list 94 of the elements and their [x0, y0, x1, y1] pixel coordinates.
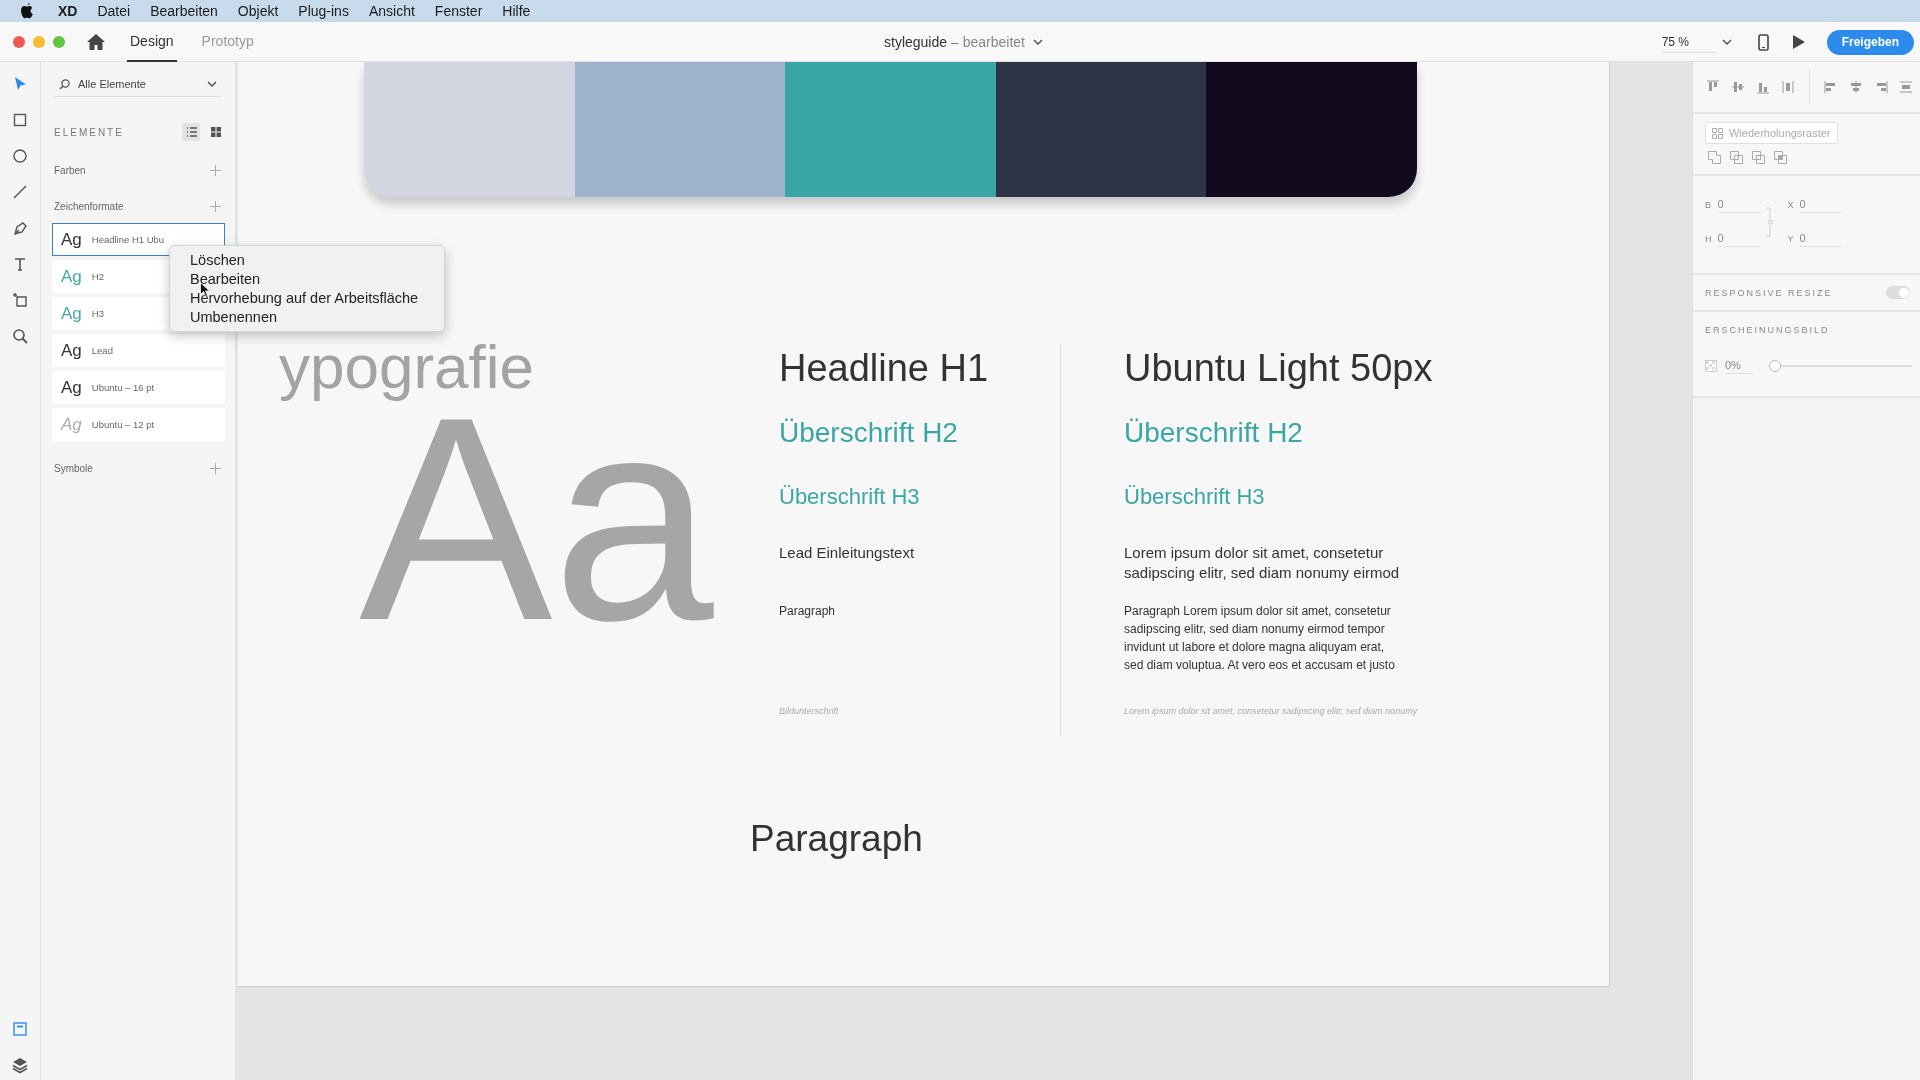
- character-style-item[interactable]: Ag Lead: [52, 334, 225, 367]
- zoom-field[interactable]: 75 %: [1661, 31, 1716, 53]
- chevron-down-icon: [1033, 39, 1043, 45]
- zoom-window-button[interactable]: [53, 36, 65, 48]
- caption-text: Lorem ipsum dolor sit amet, consetetur sadipscing elitr, sed diam nonumy: [1124, 705, 1418, 717]
- subtract-icon[interactable]: [1730, 151, 1743, 164]
- section-heading: RESPONSIVE RESIZE: [1705, 287, 1834, 298]
- play-icon[interactable]: [1792, 35, 1805, 49]
- chevron-down-icon: [1721, 39, 1732, 45]
- apple-icon: [20, 3, 34, 19]
- slider-thumb[interactable]: [1769, 359, 1781, 372]
- style-name: Lead: [91, 345, 113, 356]
- lead-text: Lead Einleitungstext: [779, 543, 915, 563]
- align-bottom-icon[interactable]: [1756, 80, 1770, 94]
- grid-icon: [1712, 127, 1723, 139]
- plus-icon[interactable]: [210, 462, 221, 474]
- distribute-icon[interactable]: [1781, 80, 1795, 94]
- style-name: H3: [91, 308, 104, 319]
- close-button[interactable]: [13, 36, 25, 48]
- section-title: Symbole: [54, 462, 94, 474]
- menu-item[interactable]: Fenster: [434, 3, 483, 19]
- menu-item[interactable]: Datei: [97, 3, 131, 19]
- layers-icon[interactable]: [11, 1056, 29, 1074]
- circle-icon[interactable]: [11, 147, 29, 165]
- field-label: H: [1705, 233, 1712, 244]
- paragraph-text: Paragraph: [779, 603, 836, 620]
- menu-item[interactable]: Objekt: [237, 3, 279, 19]
- artboard-icon[interactable]: [11, 291, 29, 309]
- align-left-icon[interactable]: [1824, 80, 1838, 94]
- style-name: H2: [91, 271, 104, 282]
- align-middle-icon[interactable]: [1731, 80, 1745, 94]
- rectangle-icon[interactable]: [11, 111, 29, 129]
- list-view-button[interactable]: [182, 123, 200, 141]
- home-icon[interactable]: [87, 34, 105, 50]
- heading-text: Überschrift H2: [779, 416, 958, 450]
- menu-item[interactable]: Hilfe: [502, 3, 531, 19]
- app-name[interactable]: XD: [58, 3, 78, 19]
- paragraph-text: Paragraph Lorem ipsum dolor sit amet, consetetur sadipscing elitr, sed diam nonumy eirmod tempor invidunt ut labore et dolore magna aliquyam erat, sed diam voluptua. At vero eos et accusam et justo: [1124, 603, 1395, 674]
- align-right-icon[interactable]: [1874, 80, 1888, 94]
- style-preview: Ag: [61, 377, 82, 398]
- headline-text: Headline H1: [779, 346, 989, 390]
- section-title: Farben: [54, 164, 87, 176]
- menu-item[interactable]: Bearbeiten: [150, 3, 218, 19]
- plus-icon[interactable]: [210, 200, 221, 212]
- lead-text: Lorem ipsum dolor sit amet, consetetur sadipscing elitr, sed diam nonumy eirmod: [1124, 543, 1400, 583]
- style-preview: Ag: [61, 229, 82, 250]
- subheading-text: Überschrift H3: [779, 483, 920, 511]
- align-top-icon[interactable]: [1706, 80, 1720, 94]
- field-label: B: [1705, 199, 1712, 210]
- menu-item[interactable]: Plug-ins: [298, 3, 349, 19]
- search-icon[interactable]: [11, 327, 29, 345]
- grid-icon: [209, 126, 223, 138]
- menu-item[interactable]: Ansicht: [368, 3, 415, 19]
- section-title: Zeichenformate: [54, 200, 125, 212]
- character-style-item[interactable]: Ag Ubuntu – 16 pt: [52, 371, 225, 404]
- field-label: Y: [1787, 233, 1794, 244]
- exclude-icon[interactable]: [1774, 151, 1787, 164]
- distribute-icon[interactable]: [1899, 80, 1913, 94]
- plus-icon[interactable]: [210, 164, 221, 176]
- filter-dropdown[interactable]: Alle Elemente: [54, 78, 221, 97]
- subheading-text: Überschrift H3: [1124, 483, 1265, 511]
- line-icon[interactable]: [11, 183, 29, 201]
- character-style-item[interactable]: Ag Ubuntu – 12 pt: [52, 408, 225, 441]
- align-center-icon[interactable]: [1849, 80, 1863, 94]
- headline-text: Ubuntu Light 50px: [1124, 346, 1433, 390]
- style-name: Ubuntu – 12 pt: [91, 419, 155, 430]
- heading-text: Paragraph: [750, 818, 923, 860]
- style-preview: Ag: [61, 303, 82, 324]
- list-icon: [184, 126, 198, 138]
- document-title: styleguide: [884, 34, 948, 50]
- intersect-icon[interactable]: [1752, 151, 1765, 164]
- pen-icon[interactable]: [11, 219, 29, 237]
- style-preview: Ag: [61, 340, 82, 361]
- minimize-button[interactable]: [33, 36, 45, 48]
- transparency-icon: [1705, 359, 1717, 372]
- style-name: Headline H1 Ubu: [91, 234, 165, 245]
- caption-text: Bildunterschrift: [779, 705, 839, 717]
- style-name: Ubuntu – 16 pt: [91, 382, 155, 393]
- type-specimen: Aa: [359, 402, 714, 634]
- style-preview: Ag: [61, 266, 82, 287]
- style-preview: Ag: [61, 414, 82, 435]
- opacity-field[interactable]: 0%: [1725, 357, 1753, 374]
- filter-value: Alle Elemente: [78, 78, 147, 90]
- section-title: ypografie: [279, 335, 535, 399]
- phone-icon[interactable]: [1757, 33, 1769, 51]
- field-label: X: [1787, 199, 1794, 210]
- section-heading: ELEMENTE: [54, 126, 125, 138]
- search-icon: [59, 78, 70, 90]
- section-heading: ERSCHEINUNGSBILD: [1705, 324, 1831, 335]
- assets-icon[interactable]: [11, 1020, 29, 1038]
- heading-text: Überschrift H2: [1124, 416, 1303, 450]
- document-status: – bearbeitet: [951, 34, 1025, 50]
- chevron-down-icon: [207, 81, 217, 87]
- union-icon[interactable]: [1708, 151, 1721, 164]
